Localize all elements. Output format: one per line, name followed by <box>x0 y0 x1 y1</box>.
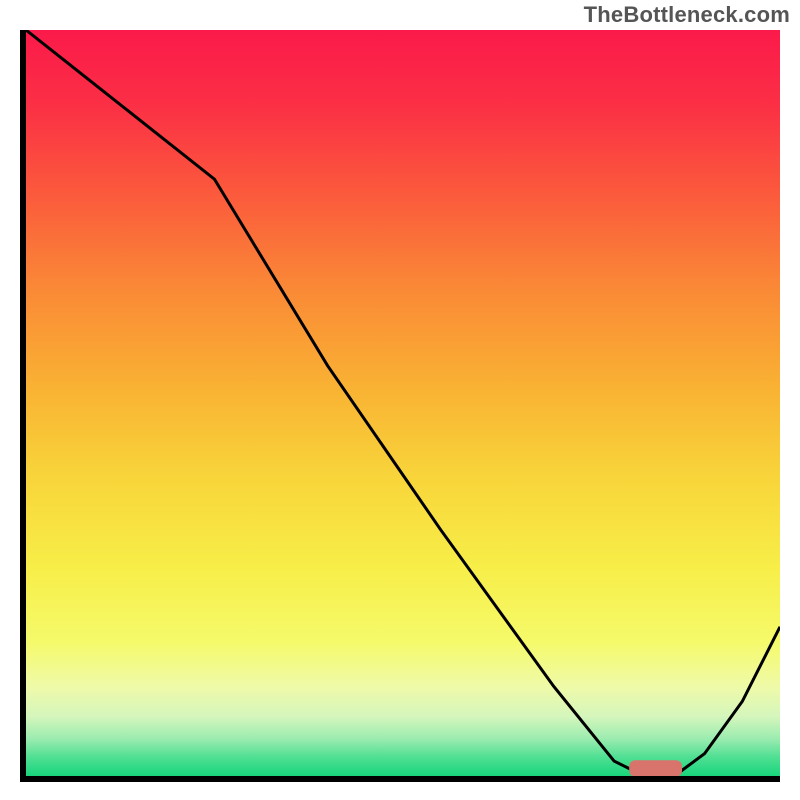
plot-frame <box>20 30 780 782</box>
chart-svg <box>26 30 780 776</box>
chart-container: TheBottleneck.com <box>0 0 800 800</box>
plot-area <box>26 30 780 776</box>
optimal-marker <box>629 760 682 776</box>
gradient-background <box>26 30 780 776</box>
attribution-text: TheBottleneck.com <box>584 2 790 28</box>
